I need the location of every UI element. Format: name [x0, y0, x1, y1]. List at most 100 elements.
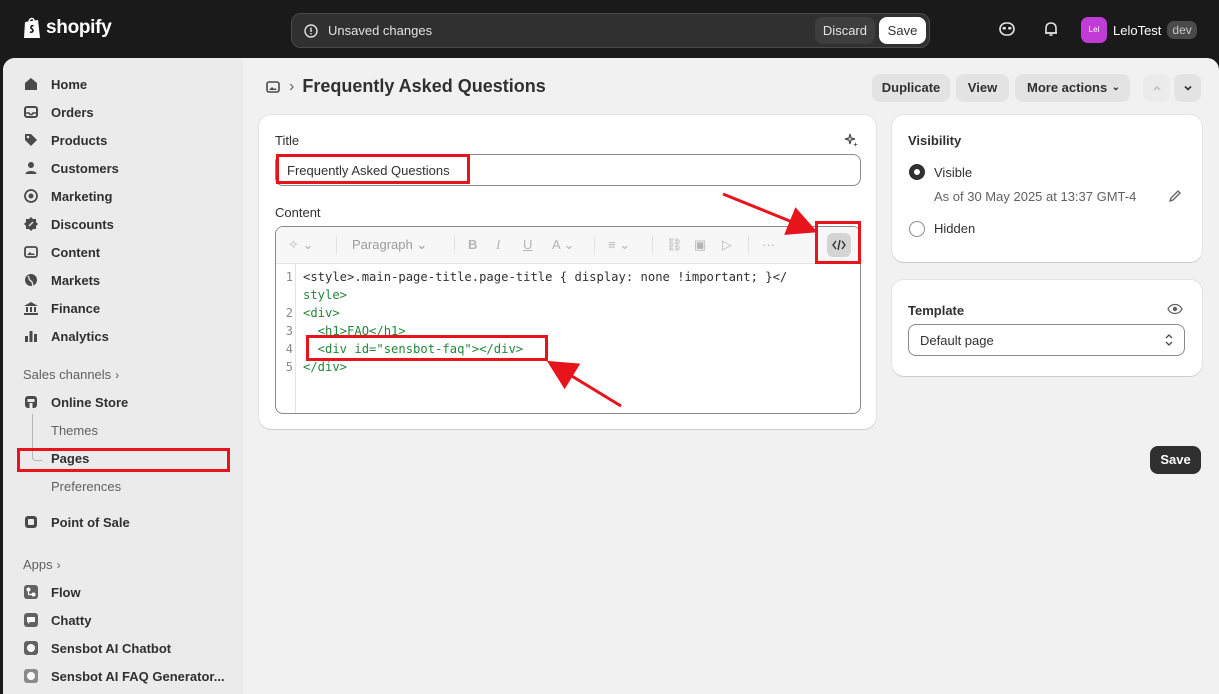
sidebar-item-label: Customers — [51, 160, 119, 176]
bell-icon[interactable] — [1042, 20, 1060, 38]
template-heading: Template — [908, 303, 965, 318]
align-icon[interactable]: ≡ ⌄ — [608, 237, 630, 253]
user-menu[interactable]: Lel LeloTest dev — [1081, 17, 1197, 43]
home-icon — [25, 78, 37, 90]
chart-icon — [25, 331, 37, 342]
chevron-down-icon: ⌄ — [1111, 82, 1120, 93]
link-icon[interactable]: ⛓ — [666, 237, 683, 253]
store-icon — [25, 396, 37, 408]
insert-video-icon[interactable]: ▷ — [722, 237, 732, 253]
sidebar-subitem-preferences[interactable]: Preferences — [51, 479, 121, 494]
paragraph-dropdown[interactable]: Paragraph ⌄ — [352, 237, 427, 253]
sales-channels-header[interactable]: Sales channels › — [23, 367, 119, 382]
sidebar-item-marketing[interactable]: Marketing — [23, 183, 112, 209]
sidebar-subitem-themes[interactable]: Themes — [51, 423, 98, 438]
sidebar-app-sensbot-chatbot[interactable]: Sensbot AI Chatbot — [23, 635, 171, 661]
hidden-radio[interactable] — [909, 221, 925, 237]
line-number-gutter: 1 2 3 4 5 — [276, 264, 296, 413]
toolbar-divider — [594, 236, 595, 254]
chevron-down-icon — [1183, 85, 1192, 91]
duplicate-button[interactable]: Duplicate — [872, 74, 950, 102]
target-icon — [24, 189, 38, 203]
code-line-3: <h1>FAQ</h1> — [303, 324, 406, 338]
sidebar-item-analytics[interactable]: Analytics — [23, 323, 109, 349]
line-number: 1 — [285, 270, 293, 284]
sidebar-app-chatty[interactable]: Chatty — [23, 607, 91, 633]
user-name: LeloTest — [1113, 22, 1162, 38]
select-arrows-icon — [1165, 334, 1173, 346]
page-icon[interactable] — [265, 79, 281, 95]
bold-icon[interactable]: B — [468, 237, 477, 252]
sidebar: Home Orders Products Customers Marketing… — [3, 58, 243, 694]
visibility-card: Visibility Visible As of 30 May 2025 at … — [892, 115, 1202, 262]
line-number: 4 — [285, 342, 293, 356]
sensbot-icon — [24, 641, 38, 655]
sidebar-item-products[interactable]: Products — [23, 127, 107, 153]
more-actions-label: More actions — [1027, 80, 1108, 95]
text-color-icon[interactable]: A ⌄ — [552, 237, 574, 253]
underline-icon[interactable]: U — [523, 237, 532, 252]
sidebar-item-customers[interactable]: Customers — [23, 155, 119, 181]
sidebar-item-markets[interactable]: Markets — [23, 267, 100, 293]
visibility-heading: Visibility — [908, 133, 962, 148]
save-button[interactable]: Save — [1150, 446, 1201, 474]
line-number: 3 — [285, 324, 293, 338]
code-icon — [832, 239, 846, 251]
sidekick-icon[interactable] — [998, 20, 1016, 38]
breadcrumb-chevron-icon: › — [289, 77, 295, 95]
sidebar-item-content[interactable]: Content — [23, 239, 100, 265]
alert-circle-icon — [304, 23, 318, 38]
sidebar-app-sensbot-faq[interactable]: Sensbot AI FAQ Generator... — [23, 663, 225, 689]
title-label: Title — [275, 133, 300, 148]
visible-date: As of 30 May 2025 at 13:37 GMT-4 — [934, 189, 1137, 204]
sidebar-item-discounts[interactable]: Discounts — [23, 211, 114, 237]
person-icon — [25, 162, 37, 174]
shopify-bag-icon — [24, 17, 40, 38]
bank-icon — [24, 302, 38, 315]
chatty-icon — [24, 613, 38, 627]
chevron-up-icon — [1152, 85, 1161, 91]
next-page-button[interactable] — [1174, 74, 1201, 102]
title-input[interactable]: Frequently Asked Questions — [275, 154, 861, 186]
admin-shell: Home Orders Products Customers Marketing… — [3, 58, 1219, 694]
chevron-right-icon: › — [56, 557, 61, 572]
previous-page-button[interactable] — [1143, 74, 1170, 102]
unsaved-changes-text: Unsaved changes — [328, 23, 433, 38]
sparkle-icon[interactable] — [843, 132, 859, 148]
sidebar-subitem-pages[interactable]: Pages — [51, 451, 89, 466]
template-card: Template Default page — [892, 280, 1202, 376]
edit-pencil-icon[interactable] — [1168, 189, 1182, 203]
show-html-button[interactable] — [827, 233, 851, 257]
sidebar-item-label: Products — [51, 132, 108, 148]
sidebar-item-finance[interactable]: Finance — [23, 295, 100, 321]
pos-icon — [25, 516, 37, 528]
tree-hook — [32, 455, 42, 461]
view-button[interactable]: View — [956, 74, 1009, 102]
more-options-icon[interactable]: ··· — [762, 237, 775, 252]
sidebar-item-label: Sensbot AI Chatbot — [51, 640, 172, 656]
sidebar-app-flow[interactable]: Flow — [23, 579, 81, 605]
page-title: Frequently Asked Questions — [302, 76, 546, 96]
more-actions-button[interactable]: More actions ⌄ — [1015, 74, 1130, 102]
unsaved-changes-bar: Unsaved changes Discard Save — [291, 13, 930, 48]
content-editor[interactable]: ✧ ⌄ Paragraph ⌄ B I U A ⌄ ≡ ⌄ ⛓ ▣ ▷ ··· — [275, 226, 861, 414]
template-select[interactable]: Default page — [908, 324, 1185, 356]
eye-icon[interactable] — [1167, 302, 1183, 316]
store-badge: dev — [1167, 21, 1197, 39]
sidebar-item-label: Markets — [51, 272, 101, 288]
save-button-top[interactable]: Save — [879, 17, 926, 44]
ai-sparkle-icon[interactable]: ✧ ⌄ — [288, 237, 313, 253]
insert-image-icon[interactable]: ▣ — [694, 237, 706, 253]
shopify-logo[interactable]: shopify — [22, 16, 112, 40]
globe-icon — [25, 274, 37, 287]
sidebar-item-orders[interactable]: Orders — [23, 99, 94, 125]
italic-icon[interactable]: I — [496, 237, 500, 253]
sidebar-item-home[interactable]: Home — [23, 71, 87, 97]
sidebar-item-point-of-sale[interactable]: Point of Sale — [23, 509, 130, 535]
discard-button[interactable]: Discard — [814, 17, 875, 44]
sidebar-item-online-store[interactable]: Online Store — [23, 389, 128, 415]
sidebar-item-label: Chatty — [51, 612, 92, 628]
code-line-5: </div> — [303, 360, 348, 374]
visible-radio[interactable] — [909, 164, 925, 180]
apps-header[interactable]: Apps › — [23, 557, 61, 572]
